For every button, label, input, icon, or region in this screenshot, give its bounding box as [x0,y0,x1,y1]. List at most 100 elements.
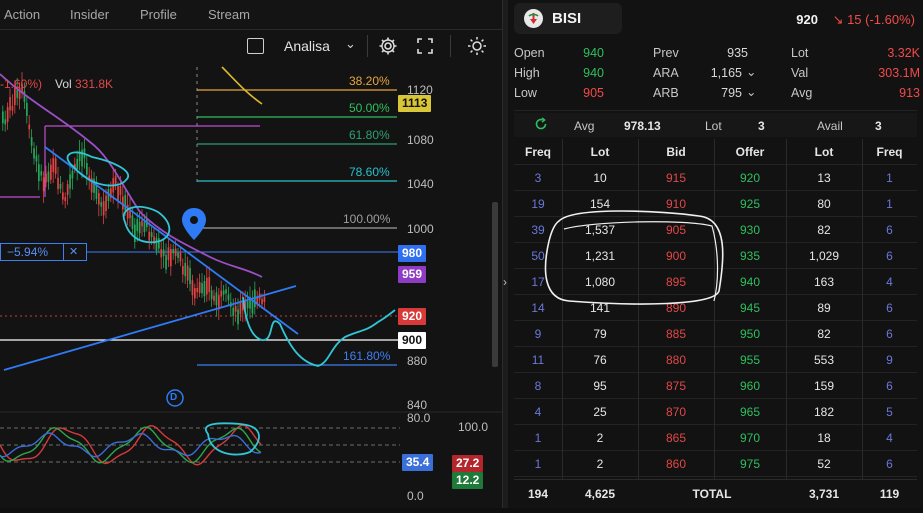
indicator-chip-blue: 35.4 [402,454,434,471]
candle-body [69,174,71,189]
yellow-drawing-line[interactable] [221,66,263,105]
price-axis-label: 1040 [407,177,434,191]
candle-body [54,158,57,174]
stat-value: 940 [583,66,604,80]
tab-profile[interactable]: Profile [140,7,177,22]
chevron-right-icon[interactable]: › [503,275,507,289]
indicator-line [0,424,262,466]
indicator-chip-red: 27.2 [452,455,484,472]
candle-body [196,287,199,292]
candle-body [47,171,50,182]
measure-tool-box[interactable]: −5.94% ✕ [0,243,87,261]
candle-body [71,170,74,179]
volume-label: Vol [55,77,72,91]
candle-body [165,254,167,270]
candle-body [30,137,33,146]
indicator-axis-label: 100.0 [458,420,489,434]
candle-body [57,177,59,190]
cyan-circle-annotation[interactable] [66,151,129,187]
candle-body [194,288,196,299]
candle-body [234,305,237,312]
candle-body [237,309,239,325]
tab-insider[interactable]: Insider [70,7,109,22]
candle-body [119,186,122,195]
fib-label-786: 78.60% [349,165,390,179]
white-circle-annotation [563,221,719,302]
price-axis-label: 1000 [407,222,434,236]
white-circle-annotation [544,210,724,305]
price-chart[interactable]: -1.60%) Vol 331.8K −5.94% ✕ 38.20% 50.00… [0,62,502,508]
candle-body [182,266,184,275]
toolbar-divider [450,35,451,57]
candle-body [191,280,194,296]
tab-action[interactable]: Action [4,7,40,22]
candle-body [208,277,211,293]
theme-sun-icon[interactable] [465,34,489,58]
price-chart-canvas[interactable] [0,62,502,508]
chevron-down-icon[interactable]: ⌄ [746,84,756,99]
candle-body [201,283,203,294]
stat-label: ARB [653,86,679,100]
stat-value: 303.1M [878,66,920,80]
fullscreen-icon[interactable] [413,34,437,58]
candle-body [131,215,134,230]
candle-body [174,248,177,257]
candle-body [16,89,19,98]
candle-body [59,183,62,189]
candle-body [232,307,235,317]
candle-body [263,296,266,302]
chart-toolbar: Analisa ⌄ [0,30,502,62]
candle-body [117,186,119,201]
candle-body [35,155,38,162]
quote-panel: BISI 920 ↘ 15 (-1.60%) Open 940 High 940 Low… [508,0,923,508]
candle-body [98,193,100,205]
measure-percent: −5.94% [7,245,49,259]
indicator-chip-green: 12.2 [452,472,484,489]
chart-scrollbar[interactable] [492,202,498,367]
toolbar-divider [367,35,368,57]
candle-body [203,281,206,297]
volume-value: 331.8K [75,77,114,91]
order-book: Avg 978.13 Lot 3 Avail 3 Freq Lot Bid Offer… [514,110,917,506]
fib-label-500: 50.00% [349,101,390,115]
candle-body [179,252,182,262]
chevron-down-icon[interactable]: ⌄ [746,64,756,79]
candle-body [189,267,191,285]
stat-label: ARA [653,66,679,80]
candle-body [155,237,158,252]
candle-body [141,220,143,227]
candle-body [42,177,45,192]
stat-label: High [514,66,540,80]
price-chip-920: 920 [398,308,427,325]
candle-body [160,249,163,258]
layout-square-icon[interactable] [247,38,264,54]
chevron-down-icon[interactable]: ⌄ [345,36,356,52]
stat-value[interactable]: 795 [721,86,742,100]
analysis-mode-selector[interactable]: Analisa [284,38,330,54]
close-icon[interactable]: ✕ [69,245,78,258]
candle-body [170,249,172,267]
candle-body [198,282,201,293]
stat-label: Lot [791,46,809,60]
stat-label: Val [791,66,809,80]
candle-body [9,97,11,111]
stochastic-indicator [0,424,262,466]
candle-body [186,265,189,281]
candle-body [172,249,175,254]
candle-body [167,247,170,260]
price-axis-label: 840 [407,398,428,412]
last-price: 920 [796,12,818,27]
stat-value[interactable]: 1,165 [711,66,742,80]
settings-gear-icon[interactable] [376,34,400,58]
indicator-axis-label: 0.0 [407,489,424,503]
uptrend-line[interactable] [3,285,297,371]
tab-bar: Action Insider Profile Stream [0,0,502,30]
stock-selector[interactable]: BISI [514,3,622,34]
location-pin-dot [190,216,198,224]
candle-body [246,301,249,309]
tab-stream[interactable]: Stream [208,7,250,22]
candle-body [136,219,139,232]
candle-body [105,195,107,212]
price-axis-label: 1080 [407,133,434,147]
candle-body [95,185,98,199]
